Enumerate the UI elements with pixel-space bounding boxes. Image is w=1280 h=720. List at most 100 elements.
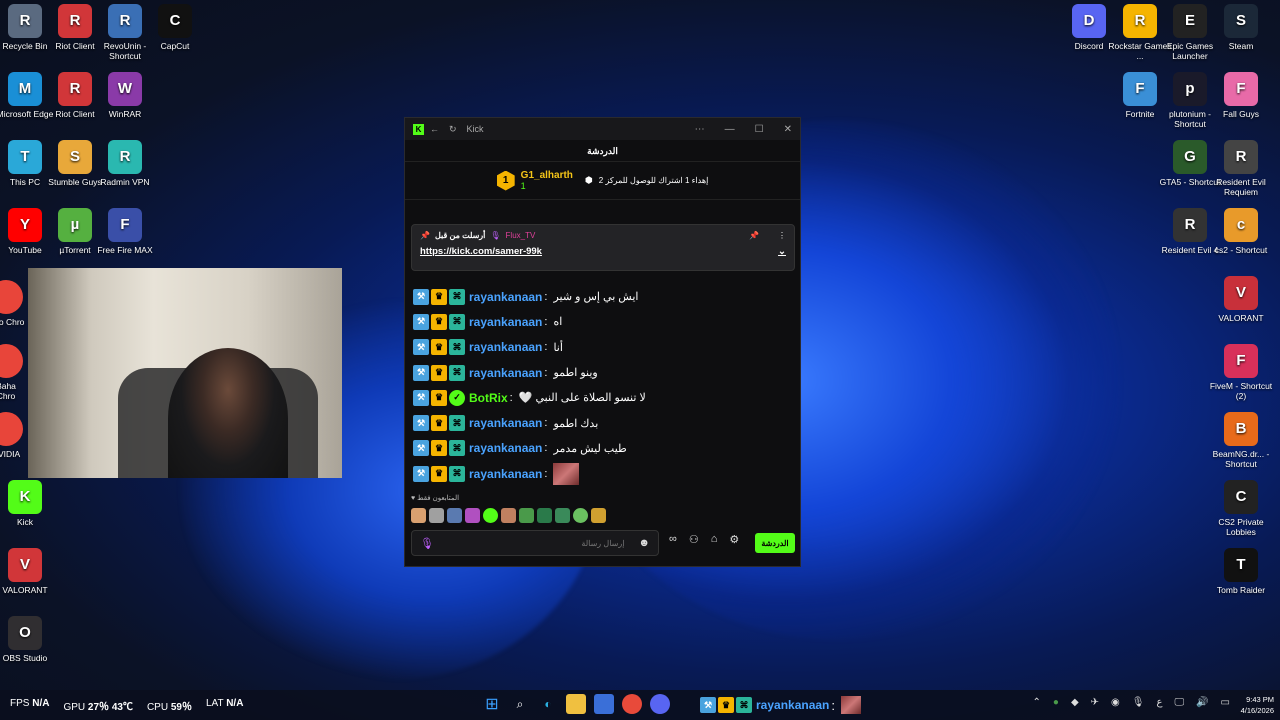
refresh-icon[interactable]: ↻ [449, 124, 457, 135]
chat-username[interactable]: BotRix [469, 391, 508, 405]
desktop-icon[interactable]: NVIDIA [0, 412, 26, 459]
desktop-icon[interactable]: c cs2 - Shortcut [1209, 208, 1273, 255]
tray-app-icon[interactable]: ◆ [1071, 697, 1079, 708]
leaderboard[interactable]: 1 G1_alharth 1 ⬢ إهداء 1 اشتراك للوصول ل… [405, 162, 800, 200]
emote[interactable] [411, 508, 426, 523]
beamng-icon: B [1224, 412, 1258, 446]
chat-username[interactable]: rayankanaan [469, 467, 542, 481]
discord-icon[interactable] [650, 694, 670, 714]
desktop-icon[interactable]: F Fall Guys [1209, 72, 1273, 119]
desktop-icon[interactable]: O OBS Studio [0, 616, 57, 663]
close-button[interactable]: ✕ [784, 124, 792, 135]
volume-icon[interactable]: 🔊 [1196, 697, 1208, 708]
chat-image[interactable] [553, 462, 580, 485]
chat-message[interactable]: ⚒ ♛ ⌘ rayankanaan: أنا [413, 335, 793, 360]
desktop-icon[interactable]: Baha Chro [0, 344, 26, 401]
tray-app-icon[interactable]: ● [1053, 697, 1059, 708]
desktop-icon[interactable]: R Resident Evil Requiem [1209, 140, 1273, 197]
desktop-icon[interactable]: V VALORANT [0, 548, 57, 595]
emote[interactable] [429, 508, 444, 523]
chat-message[interactable]: ⚒ ♛ ✓ BotRix: 🤍 لا تنسو الصلاة على النبي [413, 385, 793, 410]
explorer-icon[interactable] [566, 694, 586, 714]
emote[interactable] [573, 508, 588, 523]
chat-message[interactable]: ⚒ ♛ ⌘ rayankanaan: وينو اطمو [413, 360, 793, 385]
unpin-icon[interactable]: 📌 [749, 231, 759, 240]
colon-separator: : [544, 366, 548, 379]
desktop-icon[interactable]: B BeamNG.dr... - Shortcut [1209, 412, 1273, 469]
chat-username[interactable]: rayankanaan [469, 441, 542, 455]
chat-message[interactable]: ⚒ ♛ ⌘ rayankanaan: ايش بي إس و شير [413, 284, 793, 309]
desktop-icon[interactable]: F Free Fire MAX [93, 208, 157, 255]
chat-input[interactable]: 🎙 إرسال رسالة ☻ [411, 530, 659, 556]
back-icon[interactable]: ← [430, 124, 439, 134]
chat-username[interactable]: rayankanaan [469, 290, 542, 304]
desktop-icon[interactable]: T Tomb Raider [1209, 548, 1273, 595]
tombraider-icon: T [1224, 548, 1258, 582]
more-icon[interactable]: ⋮ [778, 231, 786, 240]
desktop-icon-label: BeamNG.dr... - Shortcut [1212, 449, 1270, 469]
emote[interactable] [519, 508, 534, 523]
desktop-icon[interactable]: F FiveM - Shortcut (2) [1209, 344, 1273, 401]
store-icon[interactable]: ⌂ [711, 533, 718, 546]
chrome-icon[interactable] [622, 694, 642, 714]
desktop-icon[interactable]: V VALORANT [1209, 276, 1273, 323]
emote[interactable] [537, 508, 552, 523]
desktop-icon[interactable]: K Kick [0, 480, 57, 527]
desktop-icon-label: cs2 - Shortcut [1214, 245, 1268, 255]
language-icon[interactable]: ع [1156, 697, 1162, 708]
pinned-message[interactable]: 📌 أرسلت من قبل 🎙 Flux_TV 📌 ⋮ https://kic… [411, 224, 795, 271]
send-chat-button[interactable]: الدردشة [755, 533, 795, 553]
chat-message[interactable]: ⚒ ♛ ⌘ rayankanaan: [413, 461, 793, 486]
emote[interactable] [447, 508, 462, 523]
chat-username[interactable]: rayankanaan [469, 340, 542, 354]
pinned-link[interactable]: https://kick.com/samer-99k [420, 246, 542, 257]
crown-badge-icon: ♛ [431, 465, 447, 482]
chevron-down-icon[interactable]: ⌄ [778, 246, 786, 257]
chat-text: ايش بي إس و شير [553, 291, 639, 304]
emote[interactable] [555, 508, 570, 523]
chrome-icon [0, 280, 23, 314]
mic-icon[interactable]: 🎙 [1132, 697, 1145, 708]
maximize-button[interactable]: ☐ [755, 124, 764, 135]
desktop-icon[interactable]: C CS2 Private Lobbies [1209, 480, 1273, 537]
tray-app-icon[interactable]: ✈ [1091, 697, 1099, 708]
desktop-icon[interactable]: S Steam [1209, 4, 1273, 51]
riot-icon: R [58, 4, 92, 38]
share-icon[interactable]: ⚇ [689, 533, 699, 546]
mic-icon[interactable]: 🎙 [420, 537, 434, 550]
chat-username[interactable]: rayankanaan [469, 416, 542, 430]
emote[interactable] [501, 508, 516, 523]
settings-icon[interactable]: ⚙ [729, 533, 739, 546]
desktop-icon-label: Goo Chro [0, 317, 25, 327]
desktop-icon[interactable]: R Radmin VPN [93, 140, 157, 187]
chat-username[interactable]: rayankanaan [469, 315, 542, 329]
desktop-icon[interactable]: Goo Chro [0, 280, 26, 327]
tray-app-icon[interactable]: ◉ [1111, 697, 1120, 708]
start-icon[interactable]: ⊞ [482, 694, 502, 714]
emote[interactable] [465, 508, 480, 523]
clock[interactable]: 9:43 PM 4/16/2026 [1241, 694, 1274, 716]
store-icon[interactable] [594, 694, 614, 714]
menu-icon[interactable]: ⋯ [695, 124, 705, 135]
desktop-icon-label: Tomb Raider [1216, 585, 1266, 595]
chat-message[interactable]: ⚒ ♛ ⌘ rayankanaan: بدك اطمو [413, 410, 793, 435]
desktop-icon[interactable]: C CapCut [143, 4, 207, 51]
chevron-up-icon[interactable]: ⌃ [1033, 697, 1041, 708]
edge-icon[interactable]: ◐ [538, 694, 558, 714]
emote[interactable] [483, 508, 498, 523]
emoji-icon[interactable]: ☻ [638, 537, 650, 549]
window-title: Kick [466, 124, 484, 134]
emote[interactable] [591, 508, 606, 523]
rockstar-icon: R [1123, 4, 1157, 38]
chat-message[interactable]: ⚒ ♛ ⌘ rayankanaan: اه [413, 309, 793, 334]
battery-icon[interactable]: ▭ [1221, 697, 1230, 708]
chat-username[interactable]: rayankanaan [469, 366, 542, 380]
capcut-icon: C [158, 4, 192, 38]
chat-message[interactable]: ⚒ ♛ ⌘ rayankanaan: طيب ليش مدمر [413, 436, 793, 461]
desktop-icon[interactable]: W WinRAR [93, 72, 157, 119]
fallguys-icon: F [1224, 72, 1258, 106]
network-icon[interactable]: 🖵 [1174, 697, 1184, 708]
infinity-icon[interactable]: ∞ [669, 533, 677, 546]
minimize-button[interactable]: — [725, 124, 735, 135]
search-icon[interactable]: ⌕ [510, 694, 530, 714]
